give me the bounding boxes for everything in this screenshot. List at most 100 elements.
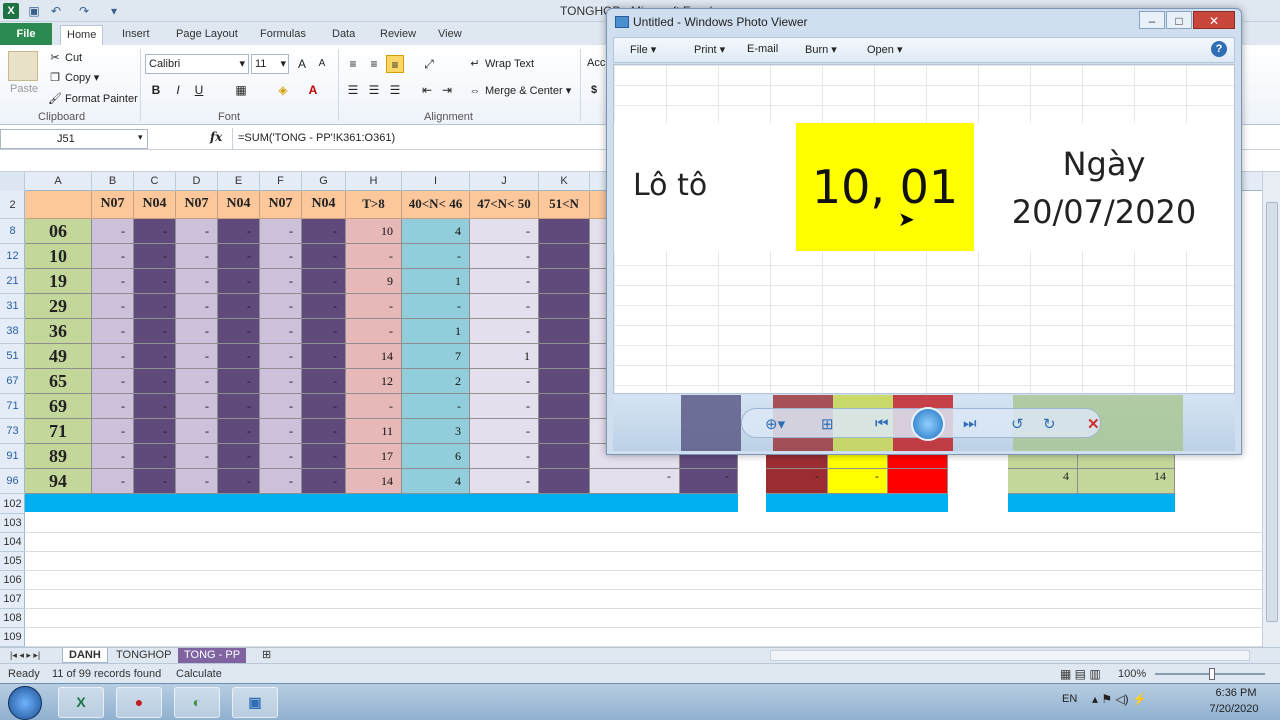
slideshow-button[interactable] xyxy=(911,407,945,441)
data-cell[interactable]: - xyxy=(218,269,260,294)
data-cell[interactable]: - xyxy=(218,244,260,269)
data-cell[interactable] xyxy=(539,269,590,294)
data-cell[interactable] xyxy=(539,394,590,419)
data-cell[interactable]: - xyxy=(402,294,470,319)
data-cell[interactable]: - xyxy=(346,294,402,319)
data-cell[interactable]: - xyxy=(134,419,176,444)
language-indicator[interactable]: EN xyxy=(1062,693,1077,705)
data-cell[interactable]: 14 xyxy=(346,469,402,494)
data-cell[interactable]: 10 xyxy=(346,219,402,244)
data-cell[interactable]: - xyxy=(176,344,218,369)
data-cell[interactable]: - xyxy=(218,344,260,369)
data-cell[interactable]: - xyxy=(92,219,134,244)
zoom-slider-thumb[interactable] xyxy=(1209,668,1215,680)
number-cell[interactable]: 36 xyxy=(25,319,92,344)
data-cell[interactable] xyxy=(539,319,590,344)
minimize-button[interactable]: – xyxy=(1139,11,1165,29)
menu-burn[interactable]: Burn ▾ xyxy=(805,43,837,56)
data-cell[interactable]: - xyxy=(346,244,402,269)
data-cell[interactable]: - xyxy=(218,369,260,394)
data-cell[interactable]: 1 xyxy=(470,344,539,369)
data-cell[interactable]: - xyxy=(134,219,176,244)
data-cell[interactable]: - xyxy=(302,219,346,244)
data-cell[interactable]: - xyxy=(92,319,134,344)
data-cell[interactable]: - xyxy=(92,294,134,319)
empty-cells[interactable] xyxy=(25,514,1265,647)
number-cell[interactable]: 06 xyxy=(25,219,92,244)
data-cell[interactable]: - xyxy=(302,394,346,419)
data-cell[interactable]: - xyxy=(134,244,176,269)
data-cell[interactable]: - xyxy=(176,294,218,319)
data-cell[interactable]: - xyxy=(260,419,302,444)
data-cell[interactable]: - xyxy=(176,394,218,419)
data-cell[interactable]: - xyxy=(346,394,402,419)
data-cell[interactable]: 1 xyxy=(402,319,470,344)
sheet-tab-tonghop[interactable]: TONGHOP xyxy=(110,648,177,663)
data-cell[interactable]: - xyxy=(470,244,539,269)
data-cell[interactable]: - xyxy=(176,244,218,269)
data-cell[interactable]: - xyxy=(134,369,176,394)
scroll-thumb[interactable] xyxy=(1266,202,1278,622)
data-cell[interactable]: - xyxy=(260,369,302,394)
sheet-tab-danh[interactable]: DANH xyxy=(62,648,108,663)
data-cell[interactable]: - xyxy=(134,469,176,494)
data-cell[interactable]: - xyxy=(828,469,888,494)
data-cell[interactable]: - xyxy=(218,319,260,344)
data-cell[interactable]: - xyxy=(134,269,176,294)
start-button[interactable] xyxy=(8,686,42,720)
data-cell[interactable]: 9 xyxy=(346,269,402,294)
data-cell[interactable]: 3 xyxy=(402,419,470,444)
data-cell[interactable]: - xyxy=(680,469,738,494)
data-cell[interactable]: - xyxy=(176,369,218,394)
rotate-left-icon[interactable]: ↺ xyxy=(1011,415,1024,433)
menu-file[interactable]: File ▾ xyxy=(630,43,656,56)
data-cell[interactable]: - xyxy=(260,344,302,369)
data-cell[interactable]: - xyxy=(260,244,302,269)
data-cell[interactable]: - xyxy=(92,469,134,494)
header-cell[interactable]: N07 xyxy=(260,191,302,219)
data-cell[interactable]: - xyxy=(590,469,680,494)
data-cell[interactable]: - xyxy=(260,269,302,294)
taskbar-recorder-icon[interactable]: ● xyxy=(116,687,162,718)
tray-icons[interactable]: ▴ ⚑ ◁) ⚡ xyxy=(1092,692,1147,706)
data-cell[interactable]: - xyxy=(302,469,346,494)
close-button[interactable]: ✕ xyxy=(1193,11,1235,29)
number-cell[interactable]: 49 xyxy=(25,344,92,369)
data-cell[interactable]: - xyxy=(92,269,134,294)
header-cell[interactable]: 47<N< 50 xyxy=(470,191,539,219)
header-cell[interactable]: N07 xyxy=(176,191,218,219)
data-cell[interactable]: - xyxy=(260,294,302,319)
sheet-nav-icons[interactable]: |◂ ◂ ▸ ▸| xyxy=(4,648,46,663)
data-cell[interactable]: 11 xyxy=(346,419,402,444)
data-cell[interactable]: - xyxy=(176,269,218,294)
header-cell[interactable]: N07 xyxy=(92,191,134,219)
data-cell[interactable]: - xyxy=(218,219,260,244)
data-cell[interactable]: 4 xyxy=(1008,469,1078,494)
data-cell[interactable]: - xyxy=(302,419,346,444)
data-cell[interactable] xyxy=(539,244,590,269)
data-cell[interactable]: - xyxy=(302,369,346,394)
data-cell[interactable]: - xyxy=(92,244,134,269)
data-cell[interactable]: - xyxy=(260,219,302,244)
data-cell[interactable]: - xyxy=(134,444,176,469)
view-mode-icons[interactable]: ▦ ▤ ▥ xyxy=(1060,667,1101,681)
data-cell[interactable]: 1 xyxy=(402,269,470,294)
data-cell[interactable]: - xyxy=(402,394,470,419)
data-cell[interactable]: - xyxy=(402,244,470,269)
data-cell[interactable]: 17 xyxy=(346,444,402,469)
data-cell[interactable]: - xyxy=(470,269,539,294)
menu-email[interactable]: E-mail xyxy=(747,43,778,55)
photo-viewer-window[interactable]: Untitled - Windows Photo Viewer – □ ✕ Fi… xyxy=(606,8,1242,455)
data-cell[interactable] xyxy=(539,344,590,369)
data-cell[interactable]: - xyxy=(302,294,346,319)
data-cell[interactable]: - xyxy=(134,394,176,419)
data-cell[interactable]: - xyxy=(302,244,346,269)
taskbar-app-icon[interactable]: ◐ xyxy=(174,687,220,718)
number-cell[interactable]: 65 xyxy=(25,369,92,394)
data-cell[interactable]: - xyxy=(260,319,302,344)
data-cell[interactable]: 2 xyxy=(402,369,470,394)
data-cell[interactable]: - xyxy=(346,319,402,344)
menu-open[interactable]: Open ▾ xyxy=(867,43,903,56)
zoom-icon[interactable]: ⊕▾ xyxy=(765,415,785,433)
previous-icon[interactable]: ⏮ xyxy=(875,415,889,432)
